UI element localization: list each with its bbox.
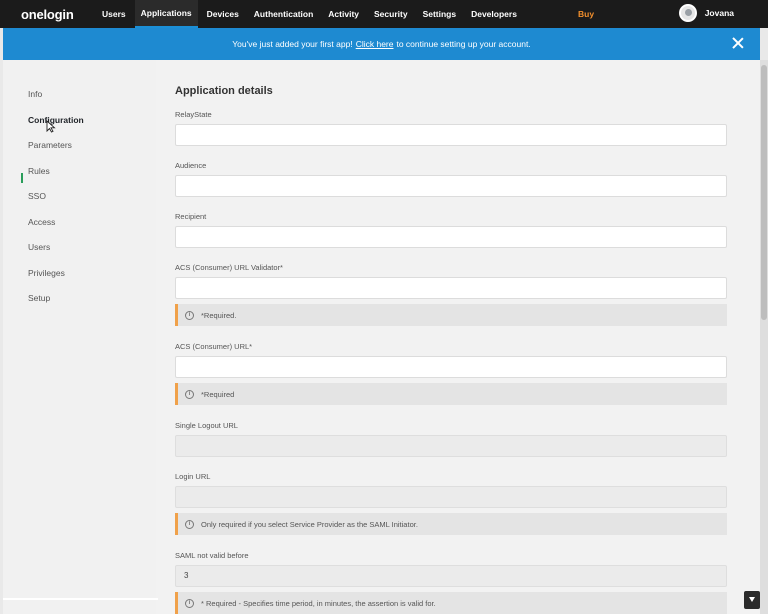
application-details-panel: Application details RelayState Audience …: [156, 60, 760, 614]
nav-activity[interactable]: Activity: [322, 0, 365, 28]
sidebar-item-sso[interactable]: SSO: [28, 191, 46, 201]
app-sidebar: Info Configuration Parameters Rules SSO …: [3, 60, 156, 614]
sidebar-item-parameters[interactable]: Parameters: [28, 140, 72, 150]
note-text: *Required: [201, 389, 235, 399]
close-icon[interactable]: [732, 37, 744, 49]
banner-text: You've just added your first app!: [232, 39, 353, 49]
nav-users[interactable]: Users: [96, 0, 132, 28]
acs-url-validator-input[interactable]: [175, 277, 727, 299]
single-logout-url-label: Single Logout URL: [175, 421, 238, 430]
acs-url-input[interactable]: [175, 356, 727, 378]
user-name: Jovana: [704, 8, 734, 18]
single-logout-url-input[interactable]: [175, 435, 727, 457]
sidebar-item-setup[interactable]: Setup: [28, 293, 50, 303]
acs-url-validator-label: ACS (Consumer) URL Validator*: [175, 263, 283, 272]
audience-label: Audience: [175, 161, 207, 170]
relaystate-input[interactable]: [175, 124, 727, 146]
user-avatar: [678, 4, 697, 22]
info-icon: i: [185, 598, 194, 608]
sidebar-item-access[interactable]: Access: [28, 217, 55, 227]
saml-not-valid-before-note: i * Required - Specifies time period, in…: [175, 592, 727, 614]
nav-developers[interactable]: Developers: [465, 0, 523, 28]
sidebar-item-users[interactable]: Users: [28, 242, 50, 252]
download-icon[interactable]: [744, 591, 760, 609]
saml-not-valid-before-input[interactable]: 3: [175, 565, 727, 587]
nav-security[interactable]: Security: [368, 0, 414, 28]
page-body: Info Configuration Parameters Rules SSO …: [3, 60, 760, 614]
scrollbar-thumb[interactable]: [761, 65, 767, 320]
sidebar-item-info[interactable]: Info: [28, 89, 42, 99]
nav-applications[interactable]: Applications: [134, 0, 198, 28]
acs-url-label: ACS (Consumer) URL*: [175, 342, 253, 351]
sidebar-item-rules[interactable]: Rules: [28, 166, 50, 176]
login-url-note: i Only required if you select Service Pr…: [175, 513, 727, 535]
video-progress-line: [3, 598, 158, 600]
banner-link[interactable]: Click here: [356, 39, 394, 49]
saml-not-valid-before-label: SAML not valid before: [175, 551, 249, 560]
active-indicator: [21, 173, 23, 183]
section-title: Application details: [175, 85, 273, 97]
note-text: * Required - Specifies time period, in m…: [201, 598, 436, 608]
relaystate-label: RelayState: [175, 110, 212, 119]
audience-input[interactable]: [175, 175, 727, 197]
info-icon: i: [185, 519, 194, 529]
onelogin-logo[interactable]: onelogin: [21, 7, 96, 22]
top-navigation: onelogin Users Applications Devices Auth…: [0, 0, 768, 28]
user-menu[interactable]: Jovana: [678, 4, 734, 22]
login-url-label: Login URL: [175, 472, 211, 481]
nav-authentication[interactable]: Authentication: [248, 0, 320, 28]
page-scrollbar[interactable]: [760, 60, 768, 614]
note-text: *Required.: [201, 310, 237, 320]
buy-link[interactable]: Buy: [578, 9, 594, 19]
info-icon: i: [185, 389, 194, 399]
note-text: Only required if you select Service Prov…: [201, 519, 418, 529]
recipient-label: Recipient: [175, 212, 207, 221]
nav-devices[interactable]: Devices: [201, 0, 245, 28]
info-icon: i: [185, 310, 194, 320]
sidebar-item-privileges[interactable]: Privileges: [28, 268, 65, 278]
login-url-input[interactable]: [175, 486, 727, 508]
first-app-banner: You've just added your first app! Click …: [3, 28, 760, 60]
nav-settings[interactable]: Settings: [417, 0, 463, 28]
acs-url-note: i *Required: [175, 383, 727, 405]
recipient-input[interactable]: [175, 226, 727, 248]
banner-text-after: to continue setting up your account.: [396, 39, 531, 49]
acs-url-validator-note: i *Required.: [175, 304, 727, 326]
